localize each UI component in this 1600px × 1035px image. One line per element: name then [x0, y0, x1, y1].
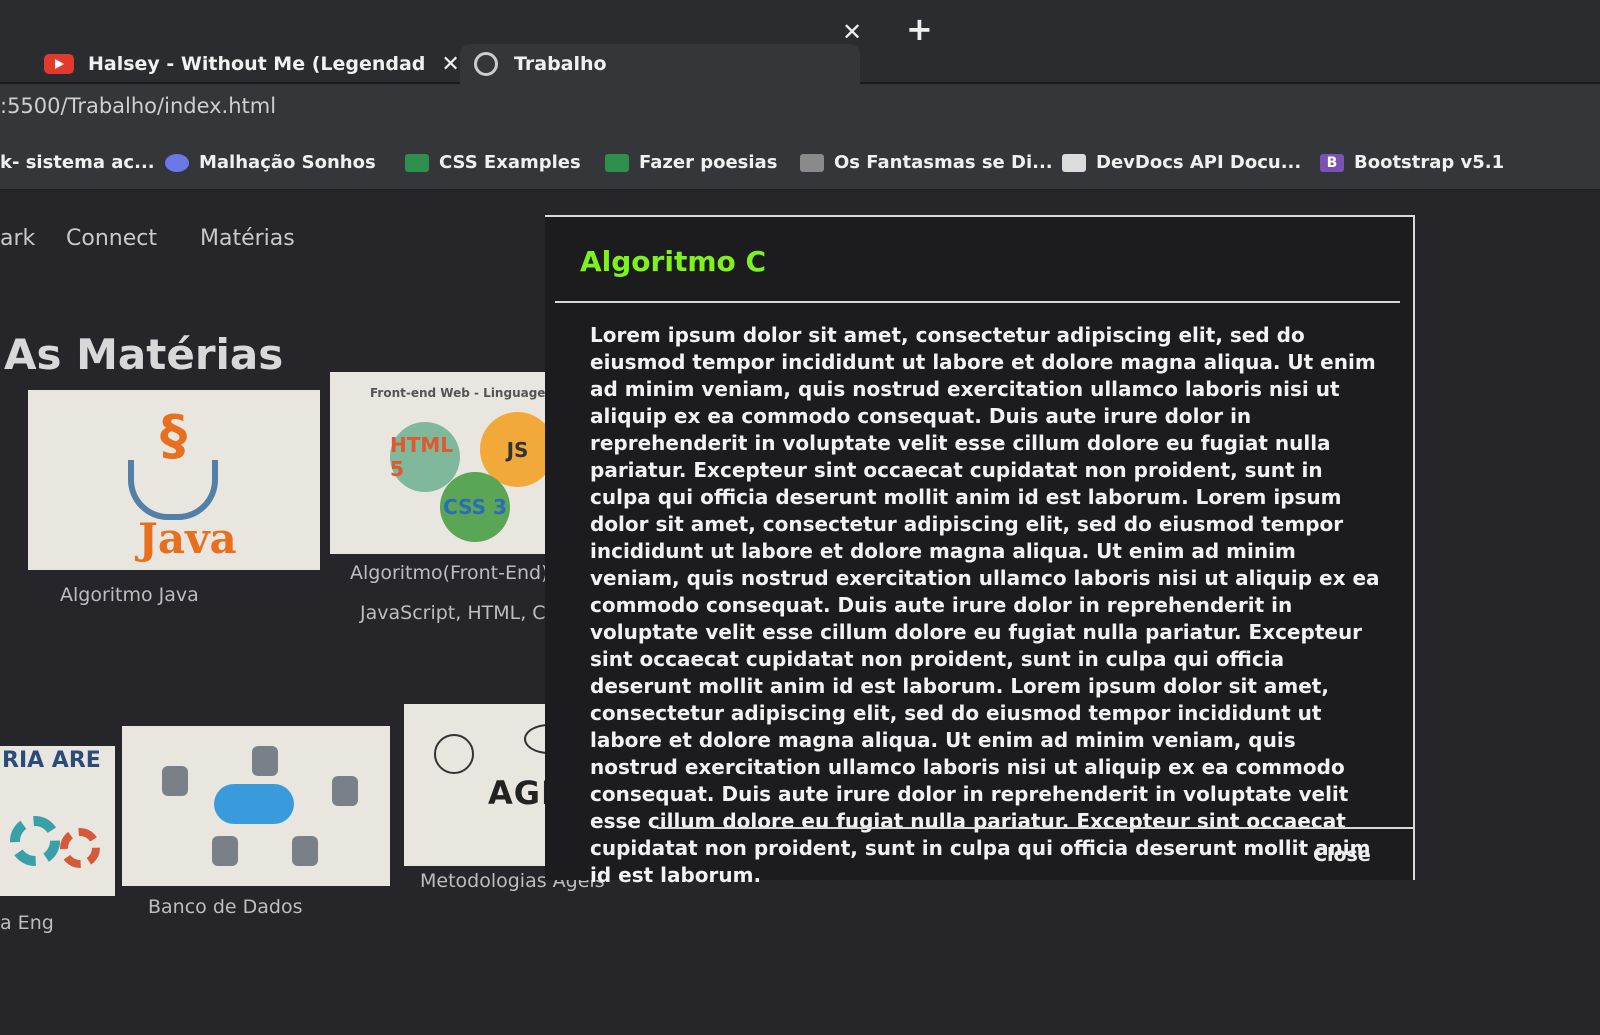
steam-icon: § — [160, 404, 187, 467]
tab-title: Halsey - Without Me (Legendad — [88, 53, 426, 75]
card-sublabel: JavaScript, HTML, CSS — [360, 602, 570, 624]
css3-icon: CSS 3 — [440, 472, 510, 542]
bookmark-label: Os Fantasmas se Di... — [834, 152, 1053, 173]
bookmark-label: Fazer poesias — [639, 152, 778, 173]
bookmark-label: Malhação Sonhos — [199, 152, 376, 173]
bookmark-item[interactable]: Os Fantasmas se Di... — [800, 152, 1053, 173]
bookmark-item[interactable]: k- sistema ac... — [0, 152, 155, 173]
modal-body: Lorem ipsum dolor sit amet, consectetur … — [590, 323, 1380, 887]
card-image-software-eng[interactable]: RIA ARE — [0, 746, 115, 896]
bookmark-label: DevDocs API Docu... — [1096, 152, 1302, 173]
bookmark-item[interactable]: Fazer poesias — [605, 152, 777, 173]
modal-divider — [657, 827, 1415, 829]
tab-title: Trabalho — [514, 53, 607, 75]
bookmark-label: Bootstrap v5.1 — [1354, 152, 1505, 173]
coffee-cup-icon — [128, 460, 218, 520]
image-text: RIA ARE — [2, 748, 101, 773]
section-title: As Matérias — [4, 330, 284, 379]
nav-link-materias[interactable]: Matérias — [200, 226, 295, 251]
close-icon[interactable]: ✕ — [842, 18, 862, 46]
address-bar[interactable]: :5500/Trabalho/index.html — [0, 94, 276, 118]
close-icon[interactable]: ✕ — [441, 52, 459, 77]
new-tab-button[interactable]: + — [906, 10, 933, 48]
tab-youtube[interactable]: Halsey - Without Me (Legendad ✕ — [30, 44, 474, 84]
w3schools-icon — [405, 153, 429, 172]
modal-close-button[interactable]: Close — [1313, 844, 1371, 866]
devdocs-icon — [1062, 153, 1086, 172]
card-image-java[interactable]: § Java — [28, 390, 320, 570]
sketch-icon — [434, 734, 474, 774]
browser-toolbar: :5500/Trabalho/index.html — [0, 84, 1600, 142]
card-label: a Eng — [0, 912, 54, 934]
bootstrap-icon: B — [1320, 153, 1344, 172]
database-icon — [292, 836, 318, 866]
database-icon — [252, 746, 278, 776]
card-image-database[interactable] — [122, 726, 390, 886]
browser-tab-strip: Halsey - Without Me (Legendad ✕ Trabalho… — [0, 0, 1600, 84]
image-header: Front-end Web - Linguagens — [370, 386, 562, 400]
java-logo-text: Java — [138, 514, 237, 563]
card-label: Banco de Dados — [148, 896, 303, 918]
tab-trabalho[interactable]: Trabalho — [460, 44, 860, 84]
youtube-icon — [44, 54, 74, 74]
database-icon — [162, 766, 188, 796]
bookmark-label: k- sistema ac... — [0, 152, 155, 173]
card-label: Algoritmo Java — [60, 584, 199, 606]
nav-link[interactable]: ark — [0, 226, 35, 251]
wheel-icon — [165, 153, 189, 172]
modal-dialog: Algoritmo C Lorem ipsum dolor sit amet, … — [545, 215, 1415, 887]
modal-title: Algoritmo C — [580, 245, 767, 278]
bookmark-item[interactable]: CSS Examples — [405, 152, 581, 173]
database-icon — [212, 836, 238, 866]
modal-divider — [555, 301, 1400, 303]
database-icon — [332, 776, 358, 806]
cloud-icon — [214, 784, 294, 824]
bookmark-item[interactable]: DevDocs API Docu... — [1062, 152, 1301, 173]
globe-icon — [474, 52, 498, 76]
film-icon — [800, 153, 824, 172]
card-label: Algoritmo(Front-End) — [350, 562, 549, 584]
bookmarks-bar: k- sistema ac... Malhação Sonhos CSS Exa… — [0, 142, 1600, 190]
bookmark-item[interactable]: Malhação Sonhos — [165, 152, 376, 173]
gear-icon — [60, 828, 100, 868]
bookmark-item[interactable]: B Bootstrap v5.1 — [1320, 152, 1504, 173]
gear-icon — [10, 816, 60, 866]
nav-link-connect[interactable]: Connect — [66, 226, 157, 251]
w3schools-icon — [605, 153, 629, 172]
bookmark-label: CSS Examples — [439, 152, 581, 173]
